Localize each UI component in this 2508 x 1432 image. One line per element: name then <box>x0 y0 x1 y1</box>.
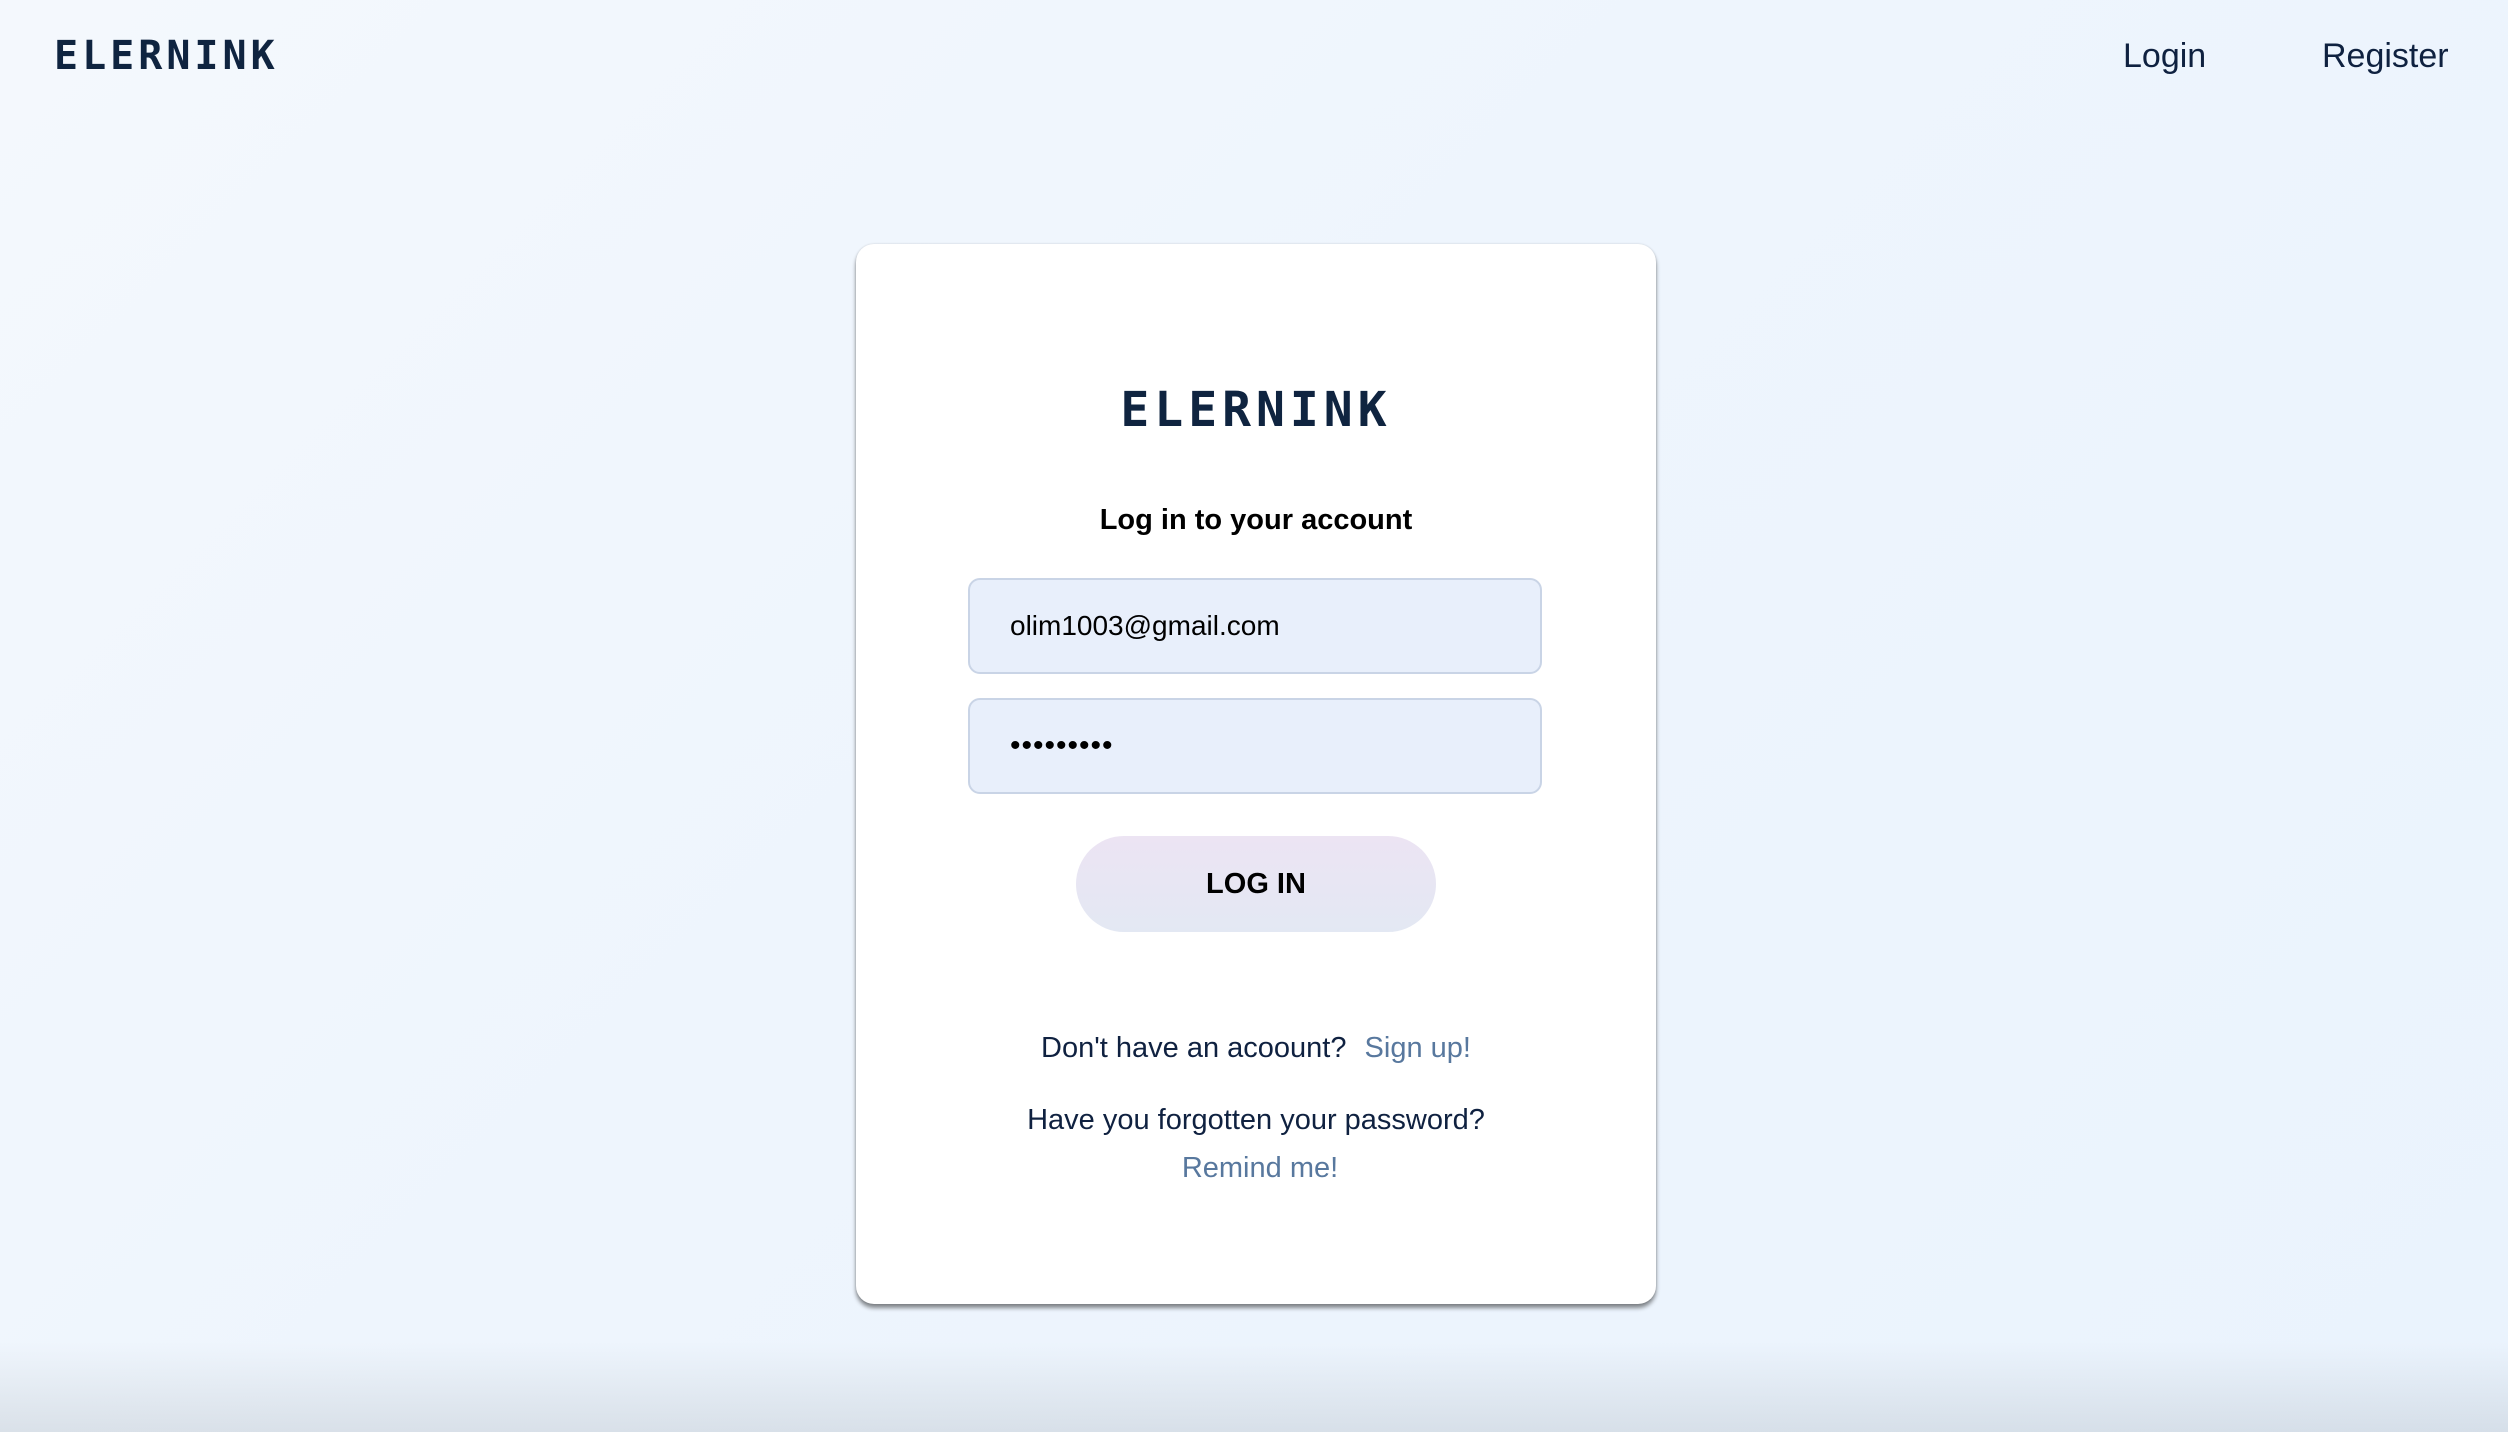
signup-prompt: Don't have an acoount? <box>1041 1032 1347 1064</box>
nav-login-link[interactable]: Login <box>2123 36 2206 76</box>
email-field[interactable] <box>968 578 1542 674</box>
bottom-shade <box>0 1342 2508 1432</box>
header-logo[interactable]: ELERNINK <box>54 36 279 76</box>
signup-link[interactable]: Sign up! <box>1365 1032 1471 1064</box>
login-card: ELERNINK Log in to your account LOG IN D… <box>856 244 1656 1304</box>
nav-register-link[interactable]: Register <box>2322 36 2449 76</box>
login-title: Log in to your account <box>1099 504 1413 536</box>
password-field[interactable] <box>968 698 1542 794</box>
remind-me-link[interactable]: Remind me! <box>1182 1152 1338 1184</box>
remind-row: Remind me! <box>864 1150 1656 1186</box>
forgot-password-prompt: Have you forgotten your password? <box>1027 1104 1485 1136</box>
card-logo: ELERNINK <box>1120 382 1392 438</box>
login-button[interactable]: LOG IN <box>1076 836 1436 932</box>
signup-row: Don't have an acoount? Sign up! <box>856 1030 1656 1066</box>
